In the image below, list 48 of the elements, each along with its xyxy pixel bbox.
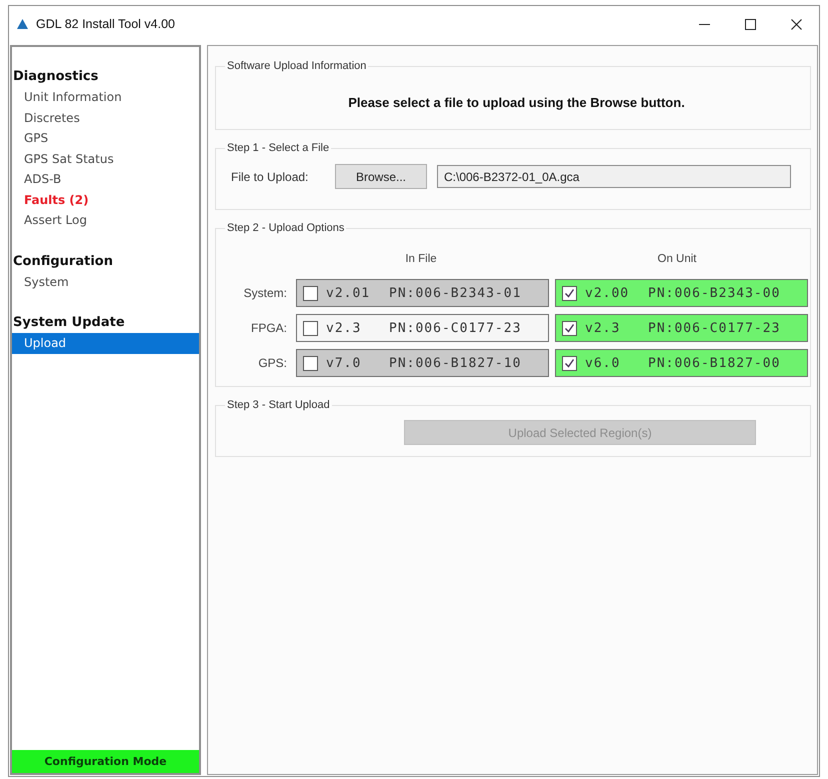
- row-label: FPGA:: [250, 321, 287, 335]
- part-number-text: PN:006-C0177-23: [648, 320, 780, 336]
- version-text: v7.0: [326, 356, 362, 370]
- part-number-text: PN:006-B1827-00: [648, 356, 780, 370]
- sidebar-item[interactable]: ADS-B: [12, 169, 199, 190]
- part-number-text: PN:006-B2343-00: [648, 286, 780, 300]
- window-title: GDL 82 Install Tool v4.00: [36, 17, 175, 31]
- sidebar-item[interactable]: GPS Sat Status: [12, 148, 199, 169]
- part-number-text: PN:006-B1827-10: [389, 356, 522, 370]
- instruction-text: Please select a file to upload using the Browse button.: [347, 95, 686, 111]
- section-title: Diagnostics: [12, 68, 98, 86]
- group-title: Step 1 - Select a File: [226, 142, 330, 155]
- maximize-icon: [744, 18, 756, 30]
- close-icon: [790, 18, 802, 30]
- part-number-text: PN:006-B2343-01: [389, 286, 522, 300]
- checkbox[interactable]: [562, 356, 577, 370]
- group-title: Software Upload Information: [226, 60, 368, 73]
- sidebar-item[interactable]: System: [12, 272, 199, 292]
- column-header: In File: [405, 253, 437, 265]
- version-text: v2.3: [585, 320, 622, 336]
- sidebar-item[interactable]: Faults (2): [12, 190, 199, 210]
- sidebar-item[interactable]: Upload: [12, 333, 199, 354]
- sidebar-item[interactable]: Unit Information: [12, 87, 199, 108]
- sidebar-item[interactable]: Assert Log: [12, 210, 199, 230]
- column-header: On Unit: [658, 253, 696, 265]
- version-text: v2.3: [326, 320, 362, 336]
- field-label: File to Upload:: [231, 170, 310, 184]
- triangle-icon: [17, 19, 28, 29]
- browse-button[interactable]: Browse...: [335, 164, 427, 189]
- version-text: v6.0: [585, 356, 622, 370]
- group-title: Step 3 - Start Upload: [226, 399, 331, 412]
- checkbox[interactable]: [303, 356, 318, 370]
- row-label: System:: [242, 286, 287, 300]
- part-number-text: PN:006-C0177-23: [389, 320, 522, 336]
- checkbox[interactable]: [562, 286, 577, 300]
- version-text: v2.00: [585, 286, 630, 300]
- row-label: GPS:: [257, 356, 287, 370]
- sidebar-item[interactable]: Discretes: [12, 108, 199, 128]
- sidebar-item[interactable]: GPS: [12, 128, 199, 148]
- file-path-field[interactable]: C:\006-B2372-01_0A.gca: [437, 165, 791, 188]
- checkbox[interactable]: [562, 320, 577, 336]
- group-title: Step 2 - Upload Options: [226, 222, 346, 235]
- version-text: v2.01: [326, 286, 372, 300]
- checkbox[interactable]: [303, 286, 318, 300]
- checkbox[interactable]: [303, 320, 318, 336]
- section-title: Configuration: [12, 252, 113, 270]
- mode-status-bar: Configuration Mode: [12, 750, 199, 773]
- section-title: System Update: [12, 314, 125, 332]
